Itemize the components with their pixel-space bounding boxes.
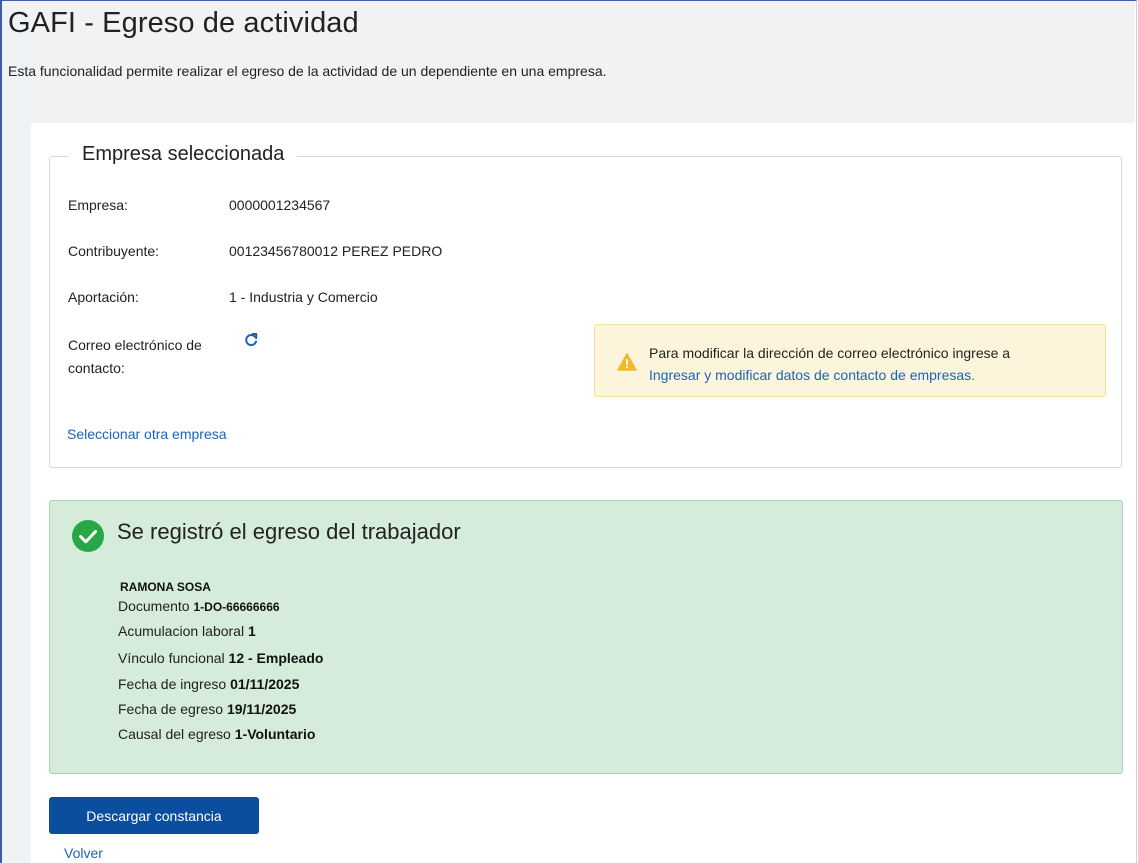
email-label: Correo electrónico de contacto: [68, 334, 202, 380]
detail-label: Fecha de egreso [118, 701, 224, 717]
detail-causal: Causal del egreso 1-Voluntario [118, 726, 315, 742]
empresa-panel [49, 156, 1122, 468]
detail-label: Acumulacion laboral [118, 623, 245, 639]
detail-value: 19/11/2025 [226, 701, 297, 717]
detail-fecha-ingreso: Fecha de ingreso 01/11/2025 [118, 676, 299, 692]
empresa-panel-legend: Empresa seleccionada [69, 143, 298, 166]
back-link[interactable]: Volver [64, 845, 103, 861]
detail-value: 1-Voluntario [234, 726, 316, 742]
contribuyente-value: 00123456780012 PEREZ PEDRO [229, 243, 443, 259]
detail-value: 01/11/2025 [230, 676, 300, 692]
detail-value: 12 - Empleado [228, 650, 324, 666]
detail-label: Vínculo funcional [118, 650, 225, 666]
page-title: GAFI - Egreso de actividad [8, 7, 359, 39]
contribuyente-label: Contribuyente: [68, 243, 160, 259]
detail-label: Fecha de ingreso [118, 676, 227, 692]
empresa-value: 0000001234567 [229, 197, 331, 213]
refresh-icon[interactable] [244, 333, 258, 349]
check-circle-icon [71, 519, 105, 558]
warning-text-block: Para modificar la dirección de correo el… [649, 342, 1010, 386]
page-subtitle: Esta funcionalidad permite realizar el e… [8, 63, 607, 79]
worker-name: RAMONA SOSA [120, 580, 211, 594]
email-label-line2: contacto: [68, 360, 125, 376]
detail-value: 1-DO-66666666 [193, 600, 280, 614]
empresa-label: Empresa: [68, 197, 128, 213]
success-title: Se registró el egreso del trabajador [117, 519, 461, 544]
detail-fecha-egreso: Fecha de egreso 19/11/2025 [118, 701, 296, 717]
page-header: GAFI - Egreso de actividad Esta funciona… [2, 1, 1135, 123]
download-certificate-button[interactable]: Descargar constancia [49, 797, 259, 834]
detail-value: 1 [247, 623, 256, 639]
detail-vinculo: Vínculo funcional 12 - Empleado [118, 650, 323, 666]
aportacion-label: Aportación: [68, 289, 139, 305]
detail-label: Causal del egreso [118, 726, 231, 742]
detail-label: Documento [118, 598, 190, 614]
contact-data-link[interactable]: Ingresar y modificar datos de contacto d… [649, 367, 975, 383]
warning-icon [617, 353, 637, 376]
aportacion-value: 1 - Industria y Comercio [229, 289, 378, 305]
warning-alert: Para modificar la dirección de correo el… [594, 324, 1106, 397]
warning-text: Para modificar la dirección de correo el… [649, 345, 1011, 361]
detail-acumulacion: Acumulacion laboral 1 [118, 623, 256, 639]
email-label-line1: Correo electrónico de [68, 337, 202, 353]
detail-documento: Documento 1-DO-66666666 [118, 598, 280, 614]
side-strip [2, 123, 31, 863]
select-other-company-link[interactable]: Seleccionar otra empresa [67, 426, 227, 442]
